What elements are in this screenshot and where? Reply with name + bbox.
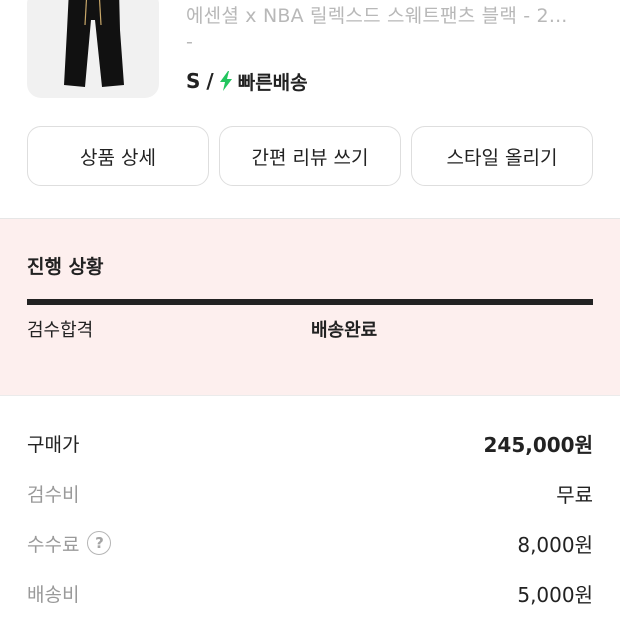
product-detail-button[interactable]: 상품 상세 (27, 126, 209, 186)
price-row-inspection-fee: 검수비 무료 (27, 468, 593, 518)
price-row-shipping-fee: 배송비 5,000원 (27, 568, 593, 618)
product-name[interactable]: 에센셜 x NBA 릴렉스드 스웨트팬츠 블랙 - 2... (186, 2, 586, 31)
product-summary: 에센셜 x NBA 릴렉스드 스웨트팬츠 블랙 - 2... - S / 빠른배… (0, 0, 620, 110)
commission-value: 8,000원 (517, 532, 593, 557)
purchase-price-value: 245,000원 (483, 432, 594, 457)
shipping-fee-value: 5,000원 (517, 582, 593, 607)
price-row-commission: 수수료 ? 8,000원 (27, 518, 593, 568)
lightning-icon (219, 71, 232, 91)
progress-step-delivered: 배송완료 (311, 320, 378, 341)
option-separator: / (206, 69, 214, 93)
quick-review-button[interactable]: 간편 리뷰 쓰기 (219, 126, 401, 186)
purchase-price-label: 구매가 (27, 433, 80, 456)
shipping-fee-label: 배송비 (27, 583, 80, 606)
product-thumbnail[interactable] (27, 0, 159, 98)
commission-label: 수수료 (27, 533, 80, 556)
price-breakdown: 구매가 245,000원 검수비 무료 수수료 ? 8,000원 배송비 5,0… (27, 418, 593, 618)
progress-step-inspection-passed: 검수합격 (27, 320, 94, 341)
fast-shipping-badge: 빠른배송 (237, 71, 308, 94)
inspection-fee-label: 검수비 (27, 483, 80, 506)
pants-icon (64, 0, 124, 87)
product-name-continued: - (186, 31, 193, 53)
inspection-fee-value: 무료 (556, 482, 593, 507)
product-option: S / 빠른배송 (186, 66, 308, 96)
size-label: S (186, 69, 201, 93)
progress-title: 진행 상황 (27, 256, 104, 278)
section-divider (0, 395, 620, 396)
help-icon[interactable]: ? (87, 531, 112, 555)
price-row-purchase: 구매가 245,000원 (27, 418, 593, 468)
upload-style-button[interactable]: 스타일 올리기 (411, 126, 593, 186)
progress-bar (27, 299, 593, 305)
action-buttons: 상품 상세 간편 리뷰 쓰기 스타일 올리기 (27, 126, 593, 186)
commission-label-wrap: 수수료 ? (27, 530, 112, 557)
progress-section: 진행 상황 검수합격 배송완료 (0, 219, 620, 395)
